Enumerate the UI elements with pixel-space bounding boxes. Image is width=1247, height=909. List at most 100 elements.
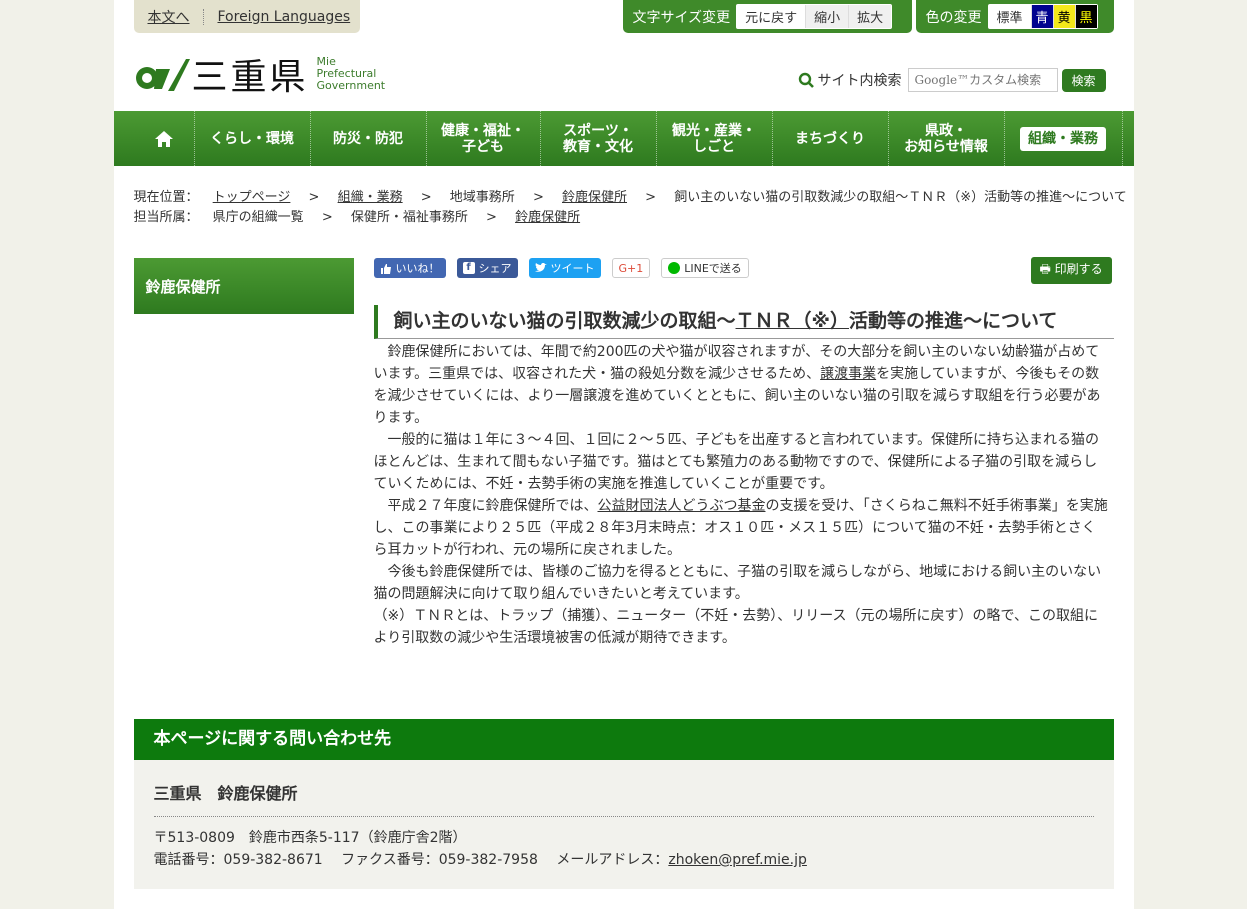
- nav-item-town[interactable]: まちづくり: [773, 111, 889, 166]
- line-icon: [668, 262, 681, 274]
- home-icon: [154, 130, 173, 147]
- facebook-like-button[interactable]: いいね！: [373, 258, 446, 278]
- printer-icon: 🖶: [1039, 262, 1051, 276]
- site-logo[interactable]: 三重県 Mie Prefectural Government: [134, 48, 386, 100]
- contact-heading: 本ページに関する問い合わせ先: [133, 719, 1114, 760]
- breadcrumb-department: 担当所属： 県庁の組織一覧 > 保健所・福祉事務所 > 鈴鹿保健所: [134, 208, 1127, 228]
- breadcrumb-text: 県庁の組織一覧: [212, 210, 304, 225]
- thumbs-up-icon: [380, 263, 391, 274]
- skip-links: 本文へ Foreign Languages: [133, 0, 360, 33]
- color-standard-button[interactable]: 標準: [988, 5, 1031, 28]
- color-change-label: 色の変更: [925, 9, 982, 26]
- global-nav: くらし・環境 防災・防犯 健康・福祉・ 子ども スポーツ・ 教育・文化 観光・産…: [113, 111, 1134, 166]
- contact-email-link[interactable]: zhoken@pref.mie.jp: [668, 852, 807, 868]
- site-search: サイト内検索 検索: [798, 68, 1106, 92]
- gplus-label: G+1: [618, 261, 644, 275]
- logo-english: Mie Prefectural Government: [317, 56, 386, 92]
- sidebar-title: 鈴鹿保健所: [145, 277, 221, 296]
- nav-item-health[interactable]: 健康・福祉・ 子ども: [427, 111, 541, 166]
- footnote: （※）ＴＮＲとは、トラップ（捕獲）、ニューター（不妊・去勢）、リリース（元の場所…: [373, 608, 1098, 646]
- facebook-icon: f: [462, 262, 475, 274]
- breadcrumb-link-top[interactable]: トップページ: [213, 190, 291, 205]
- transfer-program-link[interactable]: 譲渡事業: [820, 366, 876, 382]
- search-label: サイト内検索: [817, 73, 902, 89]
- contact-details: 〒513-0809 鈴鹿市西条5-117（鈴鹿庁舎2階） 電話番号：059-38…: [154, 827, 1094, 871]
- breadcrumb-separator: >: [645, 190, 657, 205]
- font-size-control: 文字サイズ変更 元に戻す 縮小 拡大: [622, 0, 912, 33]
- breadcrumb-link-office[interactable]: 鈴鹿保健所: [515, 210, 580, 225]
- logo-en-line: Government: [316, 79, 386, 92]
- breadcrumb-separator: >: [532, 190, 544, 205]
- paragraph: 一般的に猫は１年に３～４回、１回に２～５匹、子どもを出産すると言われています。保…: [373, 432, 1099, 492]
- sidebar-heading[interactable]: 鈴鹿保健所: [133, 258, 354, 314]
- title-tnr: ＴＮＲ（※）: [735, 309, 849, 332]
- tweet-button[interactable]: ツイート: [528, 258, 601, 278]
- nav-label: 健康・福祉・ 子ども: [441, 122, 525, 155]
- nav-item-prefecture[interactable]: 県政・ お知らせ情報: [889, 111, 1005, 166]
- breadcrumb-current: 現在位置： トップページ > 組織・業務 > 地域事務所 > 鈴鹿保健所 > 飼…: [134, 188, 1127, 208]
- nav-item-sports[interactable]: スポーツ・ 教育・文化: [541, 111, 657, 166]
- breadcrumb-separator: >: [321, 210, 333, 225]
- like-label: いいね！: [395, 262, 440, 275]
- color-blue-button[interactable]: 青: [1030, 5, 1053, 28]
- print-button[interactable]: 🖶 印刷する: [1030, 257, 1112, 284]
- skip-to-main-link[interactable]: 本文へ: [148, 7, 190, 27]
- page: 本文へ Foreign Languages 文字サイズ変更 元に戻す 縮小 拡大…: [113, 0, 1134, 909]
- tweet-label: ツイート: [550, 262, 595, 275]
- nav-label: 県政・ お知らせ情報: [904, 122, 988, 155]
- color-black-button[interactable]: 黒: [1074, 5, 1097, 28]
- contact-address: 〒513-0809 鈴鹿市西条5-117（鈴鹿庁舎2階）: [153, 830, 467, 846]
- paragraph: 鈴鹿保健所においては、年間で約200匹の犬や猫が収容されますが、その大部分を飼い…: [373, 344, 1101, 426]
- breadcrumb-text: 地域事務所: [449, 190, 515, 205]
- paragraph: 今後も鈴鹿保健所では、皆様のご協力を得るとともに、子猫の引取を減らしながら、地域…: [373, 564, 1102, 602]
- breadcrumb-label: 現在位置：: [133, 190, 199, 205]
- page-title: 飼い主のいない猫の引取数減少の取組～ＴＮＲ（※）活動等の推進～について: [373, 304, 1114, 339]
- logo-title: 三重県: [191, 57, 309, 98]
- search-icon: [798, 72, 814, 88]
- title-text: 活動等の推進～について: [849, 309, 1058, 332]
- nav-label: スポーツ・ 教育・文化: [563, 122, 633, 155]
- title-text: 飼い主のいない猫の引取数減少の取組～: [393, 309, 736, 332]
- divider: [202, 8, 205, 25]
- social-buttons: いいね！ f シェア ツイート G+1 LINEで送る: [373, 258, 749, 278]
- nav-label: 防災・防犯: [333, 130, 403, 147]
- nav-label: 観光・産業・ しごと: [672, 122, 756, 155]
- nav-home[interactable]: [134, 111, 195, 166]
- font-shrink-button[interactable]: 縮小: [805, 5, 849, 28]
- font-size-label: 文字サイズ変更: [632, 9, 731, 26]
- search-input[interactable]: [907, 68, 1058, 92]
- paragraph: 平成２７年度に鈴鹿保健所では、公益財団法人どうぶつ基金の支援を受け、「さくらねこ…: [373, 498, 1108, 558]
- animal-fund-link[interactable]: 公益財団法人どうぶつ基金: [598, 498, 766, 514]
- color-yellow-button[interactable]: 黄: [1052, 5, 1075, 28]
- breadcrumb-separator: >: [486, 210, 497, 225]
- line-label: LINEで送る: [684, 262, 742, 275]
- breadcrumb-current-page: 飼い主のいない猫の引取数減少の取組～ＴＮＲ（※）活動等の推進～について: [674, 190, 1127, 205]
- nav-item-living[interactable]: くらし・環境: [195, 111, 311, 166]
- nav-label: まちづくり: [795, 130, 865, 147]
- nav-label: くらし・環境: [210, 130, 294, 147]
- contact-organization: 三重県 鈴鹿保健所: [153, 780, 1094, 817]
- contact-phone-line: 電話番号：059-382-8671 ファクス番号：059-382-7958 メー…: [153, 852, 807, 868]
- mie-emblem-icon: [135, 59, 190, 91]
- search-button[interactable]: 検索: [1061, 68, 1106, 92]
- google-plus-button[interactable]: G+1: [611, 258, 651, 278]
- share-label: シェア: [478, 262, 512, 275]
- nav-item-tourism[interactable]: 観光・産業・ しごと: [657, 111, 773, 166]
- breadcrumb-separator: >: [308, 190, 320, 205]
- breadcrumb-text: 保健所・福祉事務所: [350, 210, 468, 225]
- foreign-languages-link[interactable]: Foreign Languages: [218, 9, 351, 25]
- color-change-control: 色の変更 標準 青 黄 黒: [915, 0, 1114, 33]
- breadcrumb-link-office[interactable]: 鈴鹿保健所: [562, 190, 627, 205]
- line-share-button[interactable]: LINEで送る: [661, 258, 749, 278]
- breadcrumb-link-organization[interactable]: 組織・業務: [338, 190, 403, 205]
- contact-box: 三重県 鈴鹿保健所 〒513-0809 鈴鹿市西条5-117（鈴鹿庁舎2階） 電…: [133, 760, 1114, 889]
- nav-item-safety[interactable]: 防災・防犯: [311, 111, 427, 166]
- breadcrumb-separator: >: [420, 190, 432, 205]
- font-reset-button[interactable]: 元に戻す: [737, 5, 806, 28]
- article-body: 鈴鹿保健所においては、年間で約200匹の犬や猫が収容されますが、その大部分を飼い…: [374, 341, 1110, 649]
- twitter-bird-icon: [534, 263, 547, 272]
- font-enlarge-button[interactable]: 拡大: [848, 5, 892, 28]
- facebook-share-button[interactable]: f シェア: [456, 258, 518, 278]
- nav-item-organization[interactable]: 組織・業務: [1005, 111, 1123, 166]
